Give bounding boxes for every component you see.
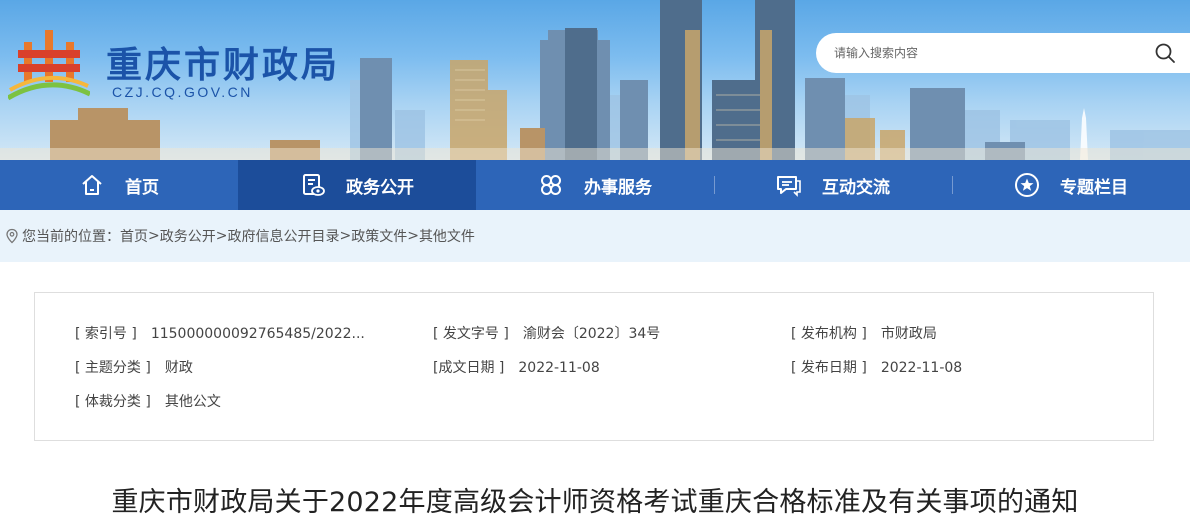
breadcrumb: 您当前的位置： 首页 > 政务公开 > 政府信息公开目录 > 政策文件 > 其他… <box>0 210 1190 262</box>
nav-item-home[interactable]: 首页 <box>0 160 238 210</box>
site-title[interactable]: 重庆市财政局 <box>106 36 340 88</box>
nav-item-interaction[interactable]: 互动交流 <box>714 160 952 210</box>
meta-key: [ 索引号 ] <box>75 326 137 342</box>
document-title: 重庆市财政局关于2022年度高级会计师资格考试重庆合格标准及有关事项的通知 <box>111 487 1079 518</box>
meta-key: [ 发布机构 ] <box>791 326 867 342</box>
meta-key: [成文日期 ] <box>433 360 505 376</box>
meta-key: [ 发布日期 ] <box>791 360 867 376</box>
meta-published-date: [ 发布日期 ] 2022-11-08 <box>791 357 962 377</box>
meta-key: [ 体裁分类 ] <box>75 394 151 410</box>
meta-value: 115000000092765485/2022... <box>150 326 365 342</box>
search-icon[interactable] <box>1154 42 1176 64</box>
meta-value: 2022-11-08 <box>880 360 963 376</box>
breadcrumb-info-catalog[interactable]: 政府信息公开目录 <box>227 226 339 246</box>
meta-index: [ 索引号 ] 115000000092765485/2022... <box>75 323 365 343</box>
search-input[interactable] <box>834 43 1134 63</box>
nav-label: 专题栏目 <box>1060 177 1128 198</box>
breadcrumb-separator: > <box>215 228 228 244</box>
document-eye-icon <box>300 172 326 198</box>
chat-icon <box>776 172 802 198</box>
nav-item-gov-affairs[interactable]: 政务公开 <box>238 160 476 210</box>
breadcrumb-home[interactable]: 首页 <box>120 226 148 246</box>
location-icon <box>6 228 18 244</box>
nav-label: 政务公开 <box>346 177 414 198</box>
nav-label: 办事服务 <box>584 177 652 198</box>
meta-key: [ 发文字号 ] <box>433 326 509 342</box>
nav-label: 首页 <box>125 177 159 198</box>
meta-value: 渝财会〔2022〕34号 <box>522 326 661 342</box>
meta-value: 其他公文 <box>164 394 221 410</box>
search-box <box>816 33 1190 73</box>
clover-icon <box>538 172 564 198</box>
breadcrumb-prefix: 您当前的位置： <box>22 229 120 245</box>
breadcrumb-policy-docs[interactable]: 政策文件 <box>351 226 407 246</box>
breadcrumb-other-docs[interactable]: 其他文件 <box>419 226 475 246</box>
meta-doc-number: [ 发文字号 ] 渝财会〔2022〕34号 <box>433 323 660 343</box>
meta-value: 财政 <box>164 360 193 376</box>
document-meta-box: [ 索引号 ] 115000000092765485/2022... [ 发文字号… <box>34 292 1154 441</box>
breadcrumb-separator: > <box>148 228 160 244</box>
meta-value: 2022-11-08 <box>518 360 600 376</box>
meta-topic: [ 主题分类 ] 财政 <box>75 357 193 377</box>
cq-finance-emblem-icon <box>8 30 90 101</box>
breadcrumb-separator: > <box>339 228 352 244</box>
star-icon <box>1014 172 1040 198</box>
main-nav: 首页 政务公开 办事服务 互动交流 专题栏目 <box>0 160 1190 210</box>
meta-key: [ 主题分类 ] <box>75 360 151 376</box>
breadcrumb-separator: > <box>407 228 419 244</box>
site-domain: CZJ.CQ.GOV.CN <box>112 84 253 100</box>
meta-genre: [ 体裁分类 ] 其他公文 <box>75 391 221 411</box>
meta-issuer: [ 发布机构 ] 市财政局 <box>791 323 937 343</box>
nav-item-special-topics[interactable]: 专题栏目 <box>952 160 1190 210</box>
meta-created-date: [成文日期 ] 2022-11-08 <box>433 357 600 377</box>
nav-label: 互动交流 <box>822 177 890 198</box>
nav-item-services[interactable]: 办事服务 <box>476 160 714 210</box>
home-icon <box>79 172 105 198</box>
meta-value: 市财政局 <box>880 326 937 342</box>
site-header: 重庆市财政局 CZJ.CQ.GOV.CN <box>0 0 1190 160</box>
breadcrumb-gov-affairs[interactable]: 政务公开 <box>160 226 216 246</box>
